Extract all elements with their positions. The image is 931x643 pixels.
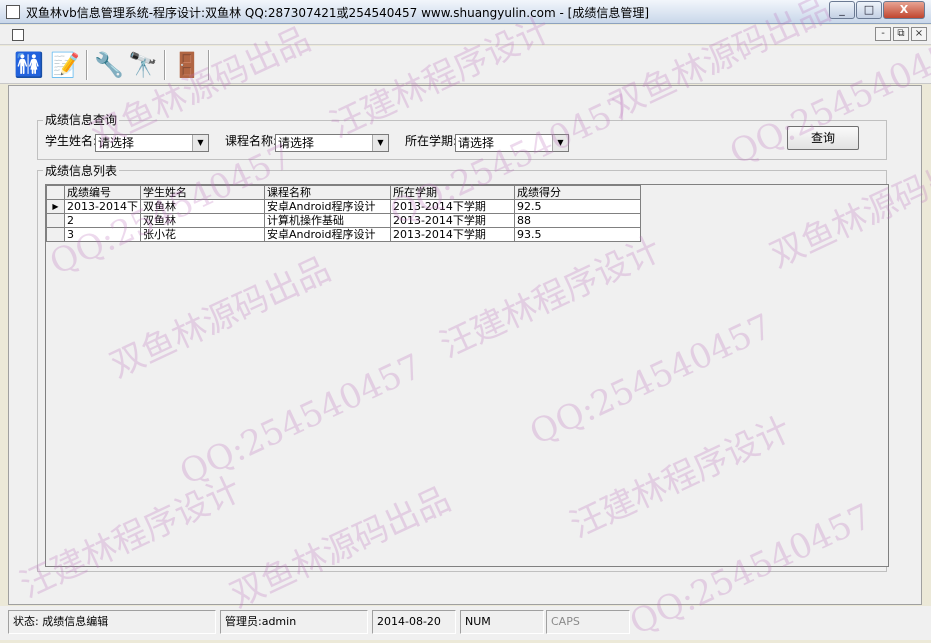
course-name-select[interactable]: 请选择 ▼ [275, 134, 389, 152]
title-bar: 双鱼林vb信息管理系统-程序设计:双鱼林 QQ:287307421或254540… [0, 0, 931, 24]
search-icon[interactable]: 🔭 [126, 48, 160, 82]
table-cell[interactable]: 安卓Android程序设计 [263, 227, 391, 242]
table-cell[interactable]: 2013-2014下学期 [389, 213, 515, 228]
table-header: 成绩编号 学生姓名 课程名称 所在学期 成绩得分 [46, 185, 641, 200]
settings-icon[interactable]: 🔧 [92, 48, 126, 82]
table-cell[interactable]: 92.5 [513, 199, 641, 214]
column-header[interactable]: 所在学期 [389, 185, 515, 200]
score-table: 成绩编号 学生姓名 课程名称 所在学期 成绩得分 ▶ 2013-2014下 双鱼… [46, 185, 641, 242]
row-selector[interactable] [46, 227, 65, 242]
table-cell[interactable]: 93.5 [513, 227, 641, 242]
table-cell[interactable]: 3 [64, 227, 141, 242]
window-controls: _ □ X [828, 1, 925, 19]
column-header[interactable]: 学生姓名 [139, 185, 265, 200]
table-cell[interactable]: 88 [513, 213, 641, 228]
student-name-select[interactable]: 请选择 ▼ [95, 134, 209, 152]
term-label: 所在学期: [405, 134, 458, 148]
table-cell[interactable]: 双鱼林 [139, 199, 265, 214]
table-cell[interactable]: 2013-2014下学期 [389, 227, 515, 242]
close-button[interactable]: X [883, 1, 925, 19]
chevron-down-icon[interactable]: ▼ [552, 135, 568, 151]
status-date: 2014-08-20 [372, 610, 456, 634]
table-row[interactable]: 2 双鱼林 计算机操作基础 2013-2014下学期 88 [46, 213, 641, 228]
column-header[interactable]: 成绩得分 [513, 185, 641, 200]
toolbar-separator [86, 50, 88, 80]
status-num: NUM [460, 610, 544, 634]
column-header[interactable]: 课程名称 [263, 185, 391, 200]
status-state: 状态: 成绩信息编辑 [8, 610, 216, 634]
app-icon[interactable] [6, 5, 20, 19]
row-selector[interactable] [46, 213, 65, 228]
exit-icon[interactable]: 🚪 [170, 48, 204, 82]
mdi-close-button[interactable]: × [911, 27, 927, 41]
course-name-value: 请选择 [278, 136, 315, 150]
query-group-title: 成绩信息查询 [43, 111, 120, 128]
status-admin: 管理员:admin [220, 610, 368, 634]
mdi-controls: - ⧉ × [873, 27, 927, 41]
client-area: 成绩信息查询 学生姓名: 请选择 ▼ 课程名称: 请选择 ▼ 所在学期: 请选择… [8, 85, 922, 605]
toolbar: 🚻 📝 🔧 🔭 🚪 [0, 46, 931, 84]
query-button[interactable]: 查询 [787, 126, 859, 150]
minimize-button[interactable]: _ [829, 1, 855, 19]
table-row[interactable]: ▶ 2013-2014下 双鱼林 安卓Android程序设计 2013-2014… [46, 199, 641, 214]
list-group-title: 成绩信息列表 [43, 162, 120, 179]
student-name-label: 学生姓名: [45, 134, 98, 148]
mdi-minimize-button[interactable]: - [875, 27, 891, 41]
mdi-menu-bar: - ⧉ × [0, 25, 931, 45]
maximize-button[interactable]: □ [856, 1, 882, 19]
mdi-restore-button[interactable]: ⧉ [893, 27, 909, 41]
toolbar-separator [208, 50, 210, 80]
table-cell[interactable]: 安卓Android程序设计 [263, 199, 391, 214]
term-value: 请选择 [458, 136, 495, 150]
status-bar: 状态: 成绩信息编辑 管理员:admin 2014-08-20 NUM CAPS [0, 606, 931, 640]
table-cell[interactable]: 2013-2014下学期 [389, 199, 515, 214]
table-cell[interactable]: 计算机操作基础 [263, 213, 391, 228]
course-name-label: 课程名称: [225, 134, 278, 148]
toolbar-separator [164, 50, 166, 80]
row-indicator-icon[interactable]: ▶ [46, 199, 65, 214]
table-cell[interactable]: 2 [64, 213, 141, 228]
score-grid[interactable]: 成绩编号 学生姓名 课程名称 所在学期 成绩得分 ▶ 2013-2014下 双鱼… [45, 184, 889, 567]
student-name-value: 请选择 [98, 136, 135, 150]
table-cell[interactable]: 2013-2014下 [64, 199, 141, 214]
chevron-down-icon[interactable]: ▼ [372, 135, 388, 151]
table-row[interactable]: 3 张小花 安卓Android程序设计 2013-2014下学期 93.5 [46, 227, 641, 242]
students-icon[interactable]: 🚻 [12, 48, 46, 82]
table-cell[interactable]: 张小花 [139, 227, 265, 242]
child-window-icon[interactable] [12, 29, 24, 41]
row-selector-header [46, 185, 65, 200]
edit-icon[interactable]: 📝 [48, 48, 82, 82]
window-title: 双鱼林vb信息管理系统-程序设计:双鱼林 QQ:287307421或254540… [26, 6, 650, 20]
term-select[interactable]: 请选择 ▼ [455, 134, 569, 152]
status-caps: CAPS [546, 610, 630, 634]
chevron-down-icon[interactable]: ▼ [192, 135, 208, 151]
column-header[interactable]: 成绩编号 [64, 185, 141, 200]
table-cell[interactable]: 双鱼林 [139, 213, 265, 228]
